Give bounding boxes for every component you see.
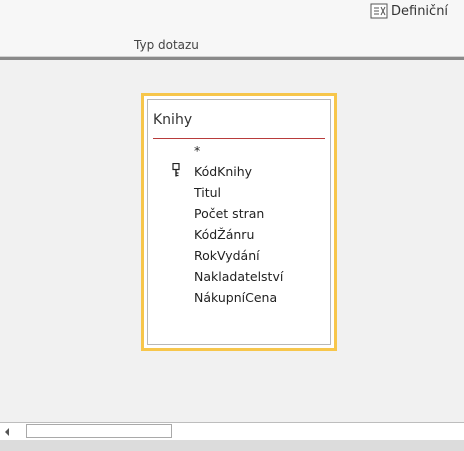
chevron-left-icon — [5, 427, 9, 436]
primary-key-icon — [172, 163, 180, 177]
horizontal-scrollbar[interactable] — [0, 422, 464, 441]
scroll-left-button[interactable] — [0, 423, 14, 440]
scroll-thumb[interactable] — [26, 424, 172, 438]
table-title-divider — [153, 138, 325, 139]
field-all[interactable]: * — [194, 143, 200, 158]
table-field-list-inner: Knihy * KódKnihy Titul Počet stran KódŽá… — [147, 99, 331, 345]
definition-button[interactable]: Definiční — [370, 2, 448, 20]
field-rokvydani[interactable]: RokVydání — [194, 248, 260, 263]
field-nakladatelstvi[interactable]: Nakladatelství — [194, 269, 283, 284]
ribbon-group-label: Typ dotazu — [134, 38, 199, 52]
bottom-strip — [0, 440, 464, 451]
field-kodzanru[interactable]: KódŽánru — [194, 227, 254, 242]
query-design-canvas[interactable]: Knihy * KódKnihy Titul Počet stran KódŽá… — [0, 60, 464, 422]
field-nakupnicena[interactable]: NákupníCena — [194, 290, 277, 305]
definition-label: Definiční — [391, 3, 449, 19]
field-titul[interactable]: Titul — [194, 185, 221, 200]
table-title[interactable]: Knihy — [153, 112, 192, 128]
field-pocet-stran[interactable]: Počet stran — [194, 206, 264, 221]
definition-icon — [370, 3, 388, 19]
table-field-list[interactable]: Knihy * KódKnihy Titul Počet stran KódŽá… — [141, 93, 337, 351]
ribbon: Definiční Typ dotazu — [0, 0, 464, 57]
field-kodknihy[interactable]: KódKnihy — [194, 164, 252, 179]
